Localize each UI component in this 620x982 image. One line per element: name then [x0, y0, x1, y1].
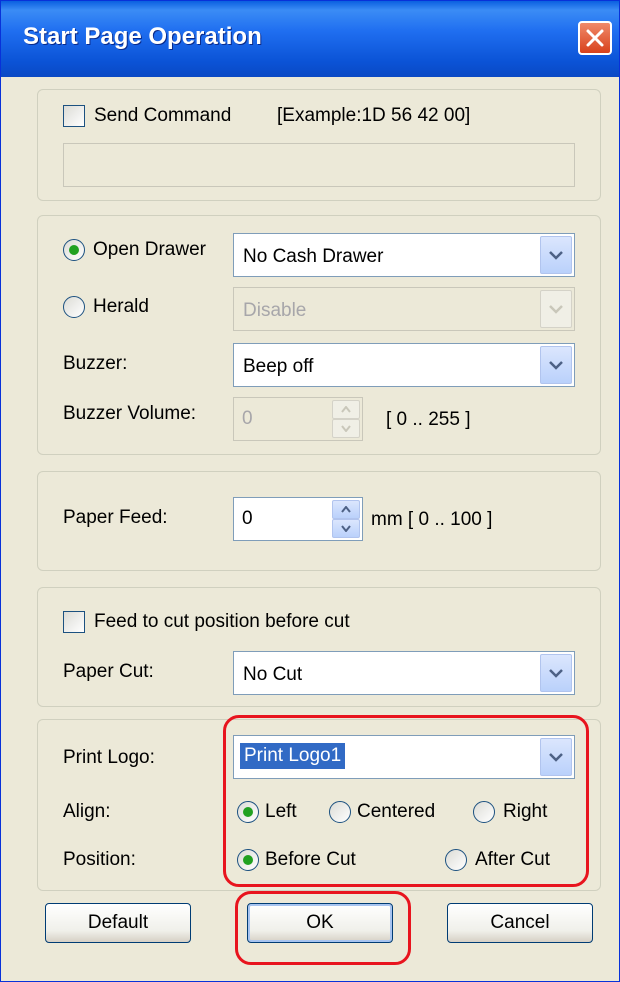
paper-feed-label: Paper Feed:	[63, 507, 168, 528]
chevron-up-icon	[341, 406, 351, 413]
title-bar[interactable]: Start Page Operation	[1, 1, 619, 77]
default-button-label: Default	[87, 912, 149, 933]
open-drawer-value: No Cash Drawer	[243, 246, 384, 267]
paper-feed-up-button[interactable]	[332, 500, 360, 519]
paper-feed-spin-buttons	[332, 500, 360, 538]
buzzer-volume-spinner[interactable]: 0	[233, 397, 363, 441]
paper-cut-label: Paper Cut:	[63, 661, 154, 682]
send-command-checkbox[interactable]	[63, 105, 85, 127]
position-label: Position:	[63, 849, 136, 870]
buzzer-volume-spin-buttons	[332, 400, 360, 438]
paper-feed-value: 0	[242, 508, 253, 529]
chevron-down-icon	[549, 251, 563, 260]
open-drawer-select[interactable]: No Cash Drawer	[233, 233, 575, 277]
buzzer-volume-up-button[interactable]	[332, 400, 360, 419]
chevron-down-icon	[549, 305, 563, 314]
open-drawer-dropdown-button[interactable]	[540, 236, 572, 274]
herald-value: Disable	[243, 300, 307, 321]
chevron-down-icon	[341, 425, 351, 432]
buzzer-select[interactable]: Beep off	[233, 343, 575, 387]
print-logo-highlight	[223, 715, 589, 887]
send-command-example: [Example:1D 56 42 00]	[277, 105, 471, 126]
paper-feed-range: mm [ 0 .. 100 ]	[371, 509, 493, 530]
feed-to-cut-label[interactable]: Feed to cut position before cut	[94, 611, 350, 633]
default-button[interactable]: Default	[45, 903, 191, 943]
cancel-button[interactable]: Cancel	[447, 903, 593, 943]
paper-feed-down-button[interactable]	[332, 519, 360, 538]
chevron-down-icon	[549, 361, 563, 370]
chevron-up-icon	[341, 506, 351, 513]
herald-radio[interactable]	[63, 296, 85, 318]
buzzer-dropdown-button[interactable]	[540, 346, 572, 384]
paper-cut-select[interactable]: No Cut	[233, 651, 575, 695]
herald-dropdown-button[interactable]	[540, 290, 572, 328]
close-button[interactable]	[578, 21, 612, 55]
herald-select[interactable]: Disable	[233, 287, 575, 331]
buzzer-volume-down-button[interactable]	[332, 419, 360, 438]
chevron-down-icon	[341, 525, 351, 532]
buzzer-volume-range: [ 0 .. 255 ]	[386, 409, 471, 430]
buzzer-volume-label: Buzzer Volume:	[63, 403, 197, 424]
buzzer-volume-value: 0	[242, 408, 253, 429]
open-drawer-radio[interactable]	[63, 239, 85, 261]
feed-to-cut-checkbox[interactable]	[63, 611, 85, 633]
ok-button-highlight	[235, 891, 411, 965]
send-command-input[interactable]	[63, 143, 575, 187]
chevron-down-icon	[549, 669, 563, 678]
buzzer-value: Beep off	[243, 356, 314, 377]
align-label: Align:	[63, 801, 111, 822]
cancel-button-label: Cancel	[490, 912, 550, 933]
send-command-label[interactable]: Send Command	[94, 105, 231, 127]
open-drawer-label[interactable]: Open Drawer	[93, 239, 206, 261]
window-title: Start Page Operation	[23, 23, 262, 50]
paper-cut-dropdown-button[interactable]	[540, 654, 572, 692]
paper-feed-spinner[interactable]: 0	[233, 497, 363, 541]
paper-cut-value: No Cut	[243, 664, 303, 685]
print-logo-label: Print Logo:	[63, 747, 155, 768]
buzzer-label: Buzzer:	[63, 353, 128, 374]
herald-label[interactable]: Herald	[93, 296, 149, 318]
dialog-window: Start Page Operation Send Command [Examp…	[0, 0, 620, 982]
close-icon	[586, 29, 604, 47]
